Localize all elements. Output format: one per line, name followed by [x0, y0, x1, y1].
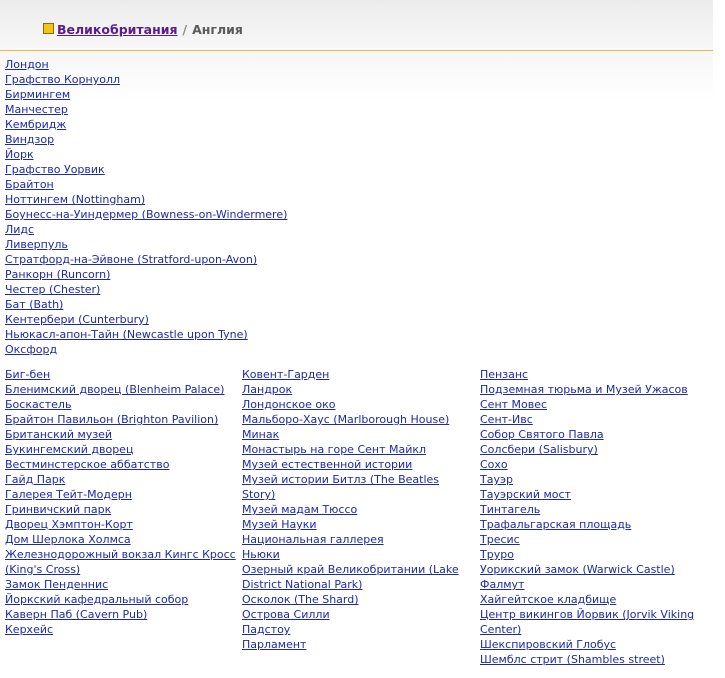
city-link[interactable]: Ранкорн (Runcorn) [5, 268, 110, 281]
attraction-link[interactable]: Британский музей [5, 428, 112, 441]
city-link[interactable]: Кембридж [5, 118, 66, 131]
city-link[interactable]: Манчестер [5, 103, 68, 116]
attraction-link[interactable]: Биг-бен [5, 368, 50, 381]
attraction-link[interactable]: Труро [480, 548, 514, 561]
breadcrumb-separator: / [182, 22, 188, 37]
city-link[interactable]: Йорк [5, 148, 34, 161]
breadcrumb-link-country[interactable]: Великобритания [57, 22, 178, 37]
attraction-link[interactable]: Шекспировский Глобус [480, 638, 616, 651]
breadcrumb-current: Англия [192, 22, 243, 37]
attraction-link[interactable]: Керхейс [5, 623, 53, 636]
attraction-link[interactable]: Уорикский замок (Warwick Castle) [480, 563, 675, 576]
attraction-link[interactable]: Солсбери (Salisbury) [480, 443, 598, 456]
city-link[interactable]: Виндзор [5, 133, 54, 146]
attraction-link[interactable]: Национальная галлерея [242, 533, 384, 546]
attraction-link[interactable]: Замок Пенденнис [5, 578, 108, 591]
attraction-link[interactable]: Музей естественной истории [242, 458, 412, 471]
attraction-link[interactable]: Осколок (The Shard) [242, 593, 359, 606]
city-link[interactable]: Брайтон [5, 178, 54, 191]
attraction-link[interactable]: Железнодорожный вокзал Кингс Кросс (King… [5, 548, 236, 576]
attraction-link[interactable]: Ньюки [242, 548, 280, 561]
attraction-link[interactable]: Тресис [480, 533, 520, 546]
city-link[interactable]: Бирмингем [5, 88, 70, 101]
attractions-column-3: Пензанс Подземная тюрьма и Музей Ужасов … [480, 367, 712, 667]
city-link[interactable]: Графство Корнуолл [5, 73, 120, 86]
attraction-link[interactable]: Тинтагель [480, 503, 540, 516]
attraction-link[interactable]: Тауэрский мост [480, 488, 571, 501]
attraction-link[interactable]: Дворец Хэмптон-Корт [5, 518, 133, 531]
attractions-column-1: Биг-бен Бленимский дворец (Blenheim Pala… [5, 367, 237, 637]
attraction-link[interactable]: Минак [242, 428, 279, 441]
attraction-link[interactable]: Мальборо-Хаус (Marlborough House) [242, 413, 449, 426]
city-link[interactable]: Графство Уорвик [5, 163, 105, 176]
city-link[interactable]: Лондон [5, 58, 49, 71]
attraction-link[interactable]: Трафальгарская площадь [480, 518, 631, 531]
attraction-link[interactable]: Дом Шерлока Холмса [5, 533, 131, 546]
city-link[interactable]: Бат (Bath) [5, 298, 63, 311]
city-link[interactable]: Ньюкасл-апон-Тайн (Newcastle upon Tyne) [5, 328, 248, 341]
attraction-link[interactable]: Гайд Парк [5, 473, 65, 486]
attraction-link[interactable]: Ландрок [242, 383, 292, 396]
attraction-link[interactable]: Ковент-Гарден [242, 368, 329, 381]
attraction-link[interactable]: Озерный край Великобритании (Lake Distri… [242, 563, 459, 591]
attraction-link[interactable]: Сохо [480, 458, 508, 471]
attraction-link[interactable]: Музей Науки [242, 518, 317, 531]
attraction-link[interactable]: Сент-Ивс [480, 413, 533, 426]
attraction-link[interactable]: Центр викингов Йорвик (Jorvik Viking Cen… [480, 608, 694, 636]
attraction-link[interactable]: Бленимский дворец (Blenheim Palace) [5, 383, 224, 396]
attraction-link[interactable]: Сент Мовес [480, 398, 547, 411]
attraction-link[interactable]: Падстоу [242, 623, 290, 636]
attractions-column-2: Ковент-Гарден Ландрок Лондонское око Мал… [242, 367, 474, 652]
square-bullet-icon [43, 23, 54, 34]
attraction-link[interactable]: Букингемский дворец [5, 443, 133, 456]
city-link[interactable]: Оксфорд [5, 343, 57, 356]
attraction-link[interactable]: Острова Силли [242, 608, 330, 621]
attraction-link[interactable]: Пензанс [480, 368, 528, 381]
city-link[interactable]: Ливерпуль [5, 238, 68, 251]
attraction-link[interactable]: Брайтон Павильон (Brighton Pavilion) [5, 413, 218, 426]
attraction-link[interactable]: Лондонское око [242, 398, 336, 411]
city-link[interactable]: Стратфорд-на-Эйвоне (Stratford-upon-Avon… [5, 253, 257, 266]
city-link[interactable]: Кентербери (Cunterbury) [5, 313, 149, 326]
attraction-link[interactable]: Монастырь на горе Сент Майкл [242, 443, 426, 456]
attraction-link[interactable]: Подземная тюрьма и Музей Ужасов [480, 383, 688, 396]
attraction-link[interactable]: Хайгейтское кладбище [480, 593, 616, 606]
city-link[interactable]: Ноттингем (Nottingham) [5, 193, 145, 206]
attraction-link[interactable]: Боскастель [5, 398, 71, 411]
attraction-link[interactable]: Парламент [242, 638, 306, 651]
breadcrumb: Великобритания / Англия [43, 22, 243, 38]
attraction-link[interactable]: Гринвичский парк [5, 503, 111, 516]
attraction-link[interactable]: Йоркский кафедральный собор [5, 593, 188, 606]
attraction-link[interactable]: Музей истории Битлз (The Beatles Story) [242, 473, 439, 501]
attraction-link[interactable]: Галерея Тейт-Модерн [5, 488, 132, 501]
page-header: Великобритания / Англия [0, 0, 713, 51]
attraction-link[interactable]: Тауэр [480, 473, 513, 486]
city-link[interactable]: Боунесс-на-Уиндермер (Bowness-on-Winderm… [5, 208, 287, 221]
city-list: Лондон Графство Корнуолл Бирмингем Манче… [5, 57, 287, 357]
attraction-link[interactable]: Фалмут [480, 578, 524, 591]
attraction-link[interactable]: Музей мадам Тюссо [242, 503, 357, 516]
city-link[interactable]: Честер (Chester) [5, 283, 100, 296]
attraction-link[interactable]: Шемблс стрит (Shambles street) [480, 653, 665, 666]
attraction-link[interactable]: Каверн Паб (Cavern Pub) [5, 608, 147, 621]
attraction-link[interactable]: Вестминстерское аббатство [5, 458, 169, 471]
city-link[interactable]: Лидс [5, 223, 34, 236]
attraction-link[interactable]: Собор Святого Павла [480, 428, 604, 441]
